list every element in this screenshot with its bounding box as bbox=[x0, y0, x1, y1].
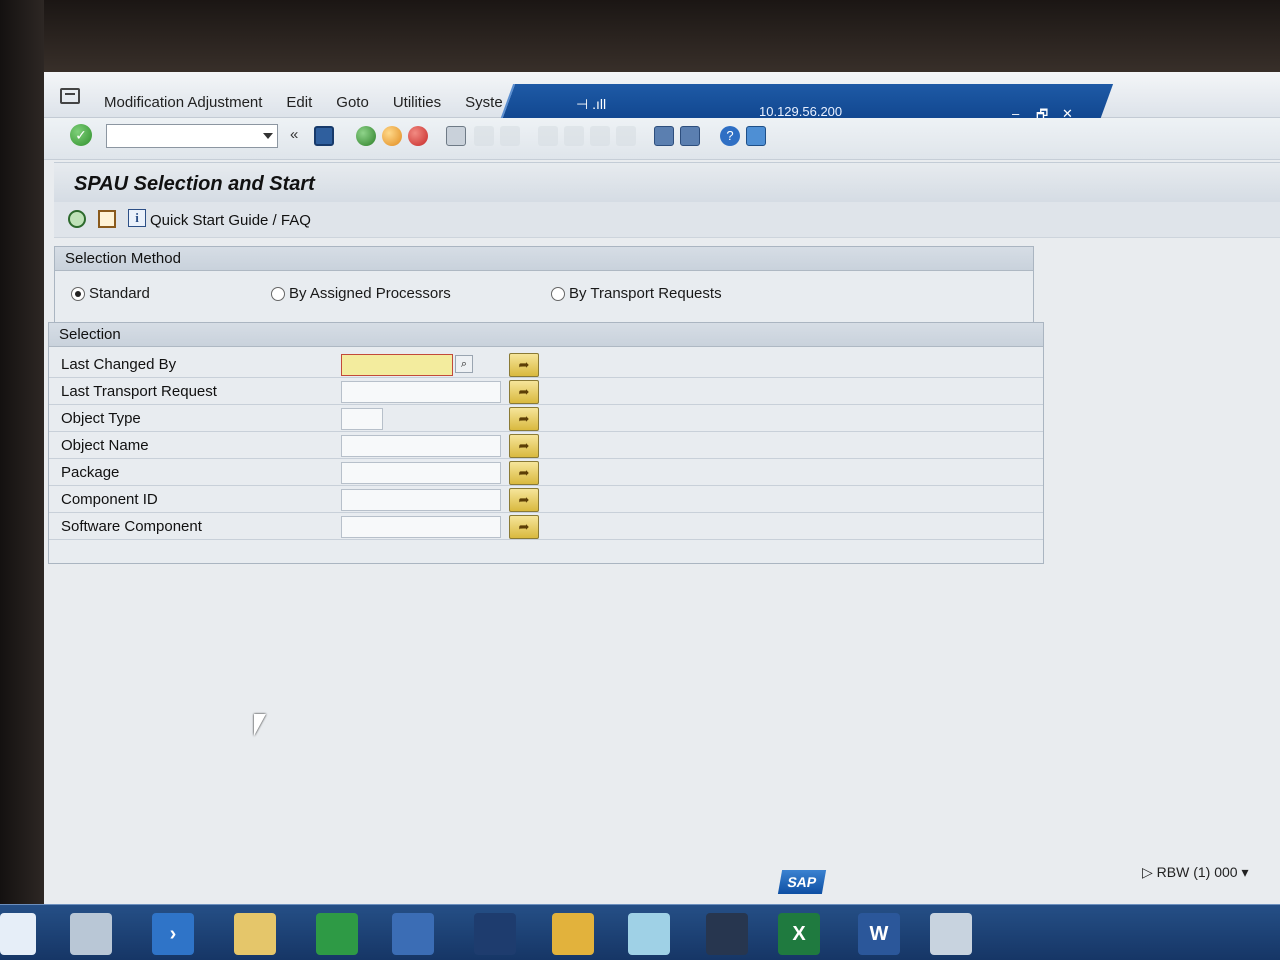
find-icon bbox=[474, 126, 494, 146]
radio-assigned-processors-label: By Assigned Processors bbox=[289, 285, 451, 302]
sap-logon-icon[interactable] bbox=[552, 913, 594, 955]
field-row-last-transport-request: Last Transport Request ➦ bbox=[49, 378, 1043, 405]
field-row-package: Package ➦ bbox=[49, 459, 1043, 486]
selection-method-title: Selection Method bbox=[55, 247, 1033, 271]
title-band-content: ⊣ .ıll 10.129.56.200 – 🗗 ✕ bbox=[504, 88, 1104, 122]
field-label: Component ID bbox=[61, 491, 158, 508]
find-next-icon bbox=[500, 126, 520, 146]
sap-logo: SAP bbox=[777, 870, 827, 894]
variant-icon[interactable] bbox=[98, 210, 116, 228]
radio-standard[interactable]: Standard bbox=[71, 285, 150, 302]
back-icon[interactable] bbox=[356, 126, 376, 146]
standard-toolbar: ✓ « ? bbox=[44, 118, 1280, 160]
radio-transport-requests-label: By Transport Requests bbox=[569, 285, 722, 302]
menu-edit[interactable]: Edit bbox=[274, 94, 324, 111]
field-row-software-component: Software Component ➦ bbox=[49, 513, 1043, 540]
field-label: Software Component bbox=[61, 518, 202, 535]
quick-start-guide-link[interactable]: Quick Start Guide / FAQ bbox=[150, 212, 311, 229]
menu-modification-adjustment[interactable]: Modification Adjustment bbox=[92, 94, 274, 111]
field-row-object-name: Object Name ➦ bbox=[49, 432, 1043, 459]
radio-selected-icon[interactable] bbox=[71, 286, 85, 301]
previous-page-icon bbox=[564, 126, 584, 146]
command-field[interactable] bbox=[106, 124, 278, 148]
snipping-tool-icon[interactable] bbox=[930, 913, 972, 955]
help-icon[interactable]: ? bbox=[720, 126, 740, 146]
execute-icon[interactable] bbox=[68, 210, 86, 228]
print-icon[interactable] bbox=[446, 126, 466, 146]
menu-bar: Modification Adjustment Edit Goto Utilit… bbox=[44, 72, 1280, 134]
powershell-icon[interactable]: › bbox=[152, 913, 194, 955]
selection-group: Selection Last Changed By ⌕ ➦ Last Trans… bbox=[48, 322, 1044, 564]
excel-icon[interactable]: X bbox=[778, 913, 820, 955]
last-transport-request-input[interactable] bbox=[341, 381, 501, 403]
radio-standard-label: Standard bbox=[89, 285, 150, 302]
multiple-selection-button[interactable]: ➦ bbox=[509, 380, 539, 404]
save-icon[interactable] bbox=[314, 126, 334, 146]
chevron-down-icon[interactable] bbox=[263, 133, 273, 139]
shortcut-icon[interactable] bbox=[680, 126, 700, 146]
first-page-icon bbox=[538, 126, 558, 146]
radio-unselected-icon[interactable] bbox=[271, 286, 285, 301]
enter-check-icon[interactable]: ✓ bbox=[70, 124, 92, 146]
multiple-selection-button[interactable]: ➦ bbox=[509, 434, 539, 458]
title-bar: SPAU Selection and Start bbox=[54, 162, 1280, 202]
last-changed-by-input[interactable] bbox=[341, 354, 453, 376]
system-info[interactable]: ▷ RBW (1) 000 ▾ bbox=[1142, 864, 1249, 881]
info-icon[interactable]: i bbox=[128, 209, 146, 227]
field-row-component-id: Component ID ➦ bbox=[49, 486, 1043, 513]
network-icon[interactable] bbox=[392, 913, 434, 955]
file-explorer-icon[interactable] bbox=[234, 913, 276, 955]
menu-goto[interactable]: Goto bbox=[324, 94, 381, 111]
field-row-object-type: Object Type ➦ bbox=[49, 405, 1043, 432]
component-id-input[interactable] bbox=[341, 489, 501, 511]
object-name-input[interactable] bbox=[341, 435, 501, 457]
multiple-selection-button[interactable]: ➦ bbox=[509, 515, 539, 539]
pin-icon[interactable]: ⊣ .ıll bbox=[576, 96, 606, 113]
menu-items: Modification Adjustment Edit Goto Utilit… bbox=[92, 94, 515, 111]
exit-icon[interactable] bbox=[382, 126, 402, 146]
multiple-selection-button[interactable]: ➦ bbox=[509, 353, 539, 377]
new-session-icon[interactable] bbox=[654, 126, 674, 146]
field-label: Object Type bbox=[61, 410, 141, 427]
mouse-cursor-icon bbox=[254, 714, 266, 736]
field-label: Package bbox=[61, 464, 120, 481]
app-icon[interactable] bbox=[628, 913, 670, 955]
store-icon[interactable] bbox=[316, 913, 358, 955]
sap-window: Modification Adjustment Edit Goto Utilit… bbox=[44, 72, 1280, 960]
application-toolbar: i Quick Start Guide / FAQ bbox=[54, 202, 1280, 238]
word-icon[interactable]: W bbox=[858, 913, 900, 955]
menu-utilities[interactable]: Utilities bbox=[381, 94, 453, 111]
software-component-input[interactable] bbox=[341, 516, 501, 538]
multiple-selection-button[interactable]: ➦ bbox=[509, 407, 539, 431]
book-icon[interactable] bbox=[706, 913, 748, 955]
taskbar: › X W bbox=[0, 904, 1280, 960]
monitor-bezel-left bbox=[0, 0, 44, 960]
selection-title: Selection bbox=[49, 323, 1043, 347]
radio-transport-requests[interactable]: By Transport Requests bbox=[551, 285, 722, 302]
field-label: Object Name bbox=[61, 437, 149, 454]
customize-layout-icon[interactable] bbox=[746, 126, 766, 146]
field-label: Last Changed By bbox=[61, 356, 177, 373]
multiple-selection-button[interactable]: ➦ bbox=[509, 461, 539, 485]
radio-assigned-processors[interactable]: By Assigned Processors bbox=[271, 285, 451, 302]
page-title: SPAU Selection and Start bbox=[74, 173, 315, 195]
search-help-icon[interactable]: ⌕ bbox=[455, 355, 473, 373]
multiple-selection-button[interactable]: ➦ bbox=[509, 488, 539, 512]
field-row-last-changed-by: Last Changed By ⌕ ➦ bbox=[49, 351, 1043, 378]
system-info-label: RBW (1) 000 bbox=[1156, 864, 1238, 880]
back-arrows-icon[interactable]: « bbox=[290, 126, 298, 143]
server-ip: 10.129.56.200 bbox=[759, 104, 843, 119]
package-input[interactable] bbox=[341, 462, 501, 484]
last-page-icon bbox=[616, 126, 636, 146]
radio-unselected-icon[interactable] bbox=[551, 286, 565, 301]
object-type-input[interactable] bbox=[341, 408, 383, 430]
monitor-bezel-top bbox=[0, 0, 1280, 78]
sap-gui-icon[interactable] bbox=[474, 913, 516, 955]
server-manager-icon[interactable] bbox=[70, 913, 112, 955]
system-menu-icon[interactable] bbox=[60, 88, 80, 104]
cancel-icon[interactable] bbox=[408, 126, 428, 146]
next-page-icon bbox=[590, 126, 610, 146]
field-label: Last Transport Request bbox=[61, 383, 217, 400]
windows-start-icon[interactable] bbox=[0, 913, 36, 955]
